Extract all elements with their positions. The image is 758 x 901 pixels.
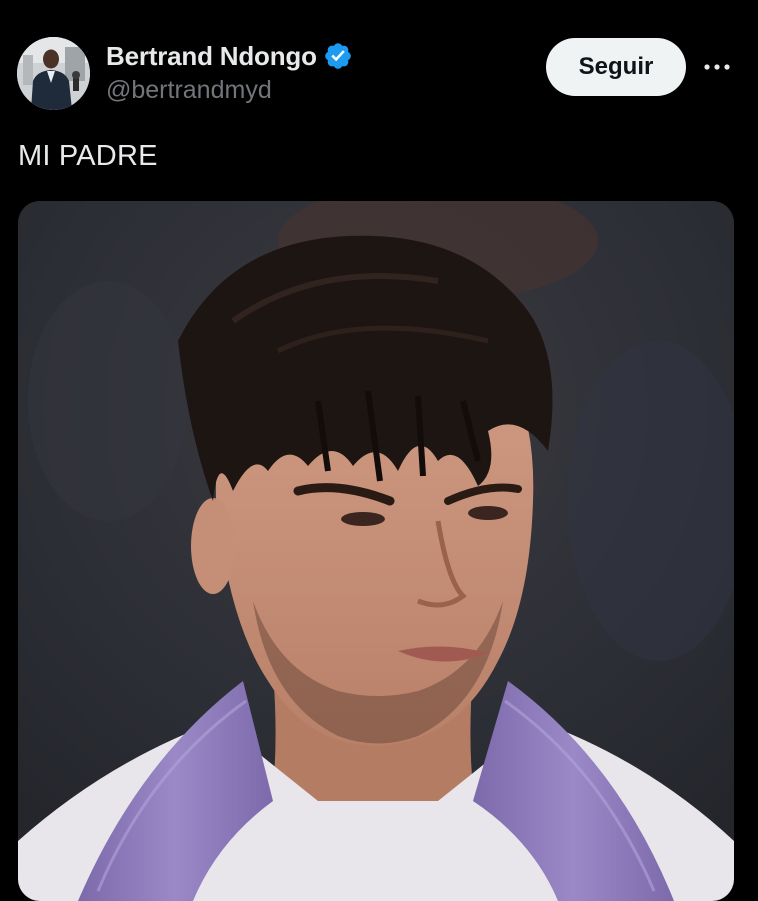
author-avatar[interactable]	[17, 37, 90, 110]
author-info: Bertrand Ndongo @bertrandmyd	[106, 38, 353, 105]
player-portrait-image	[18, 201, 734, 901]
more-options-icon[interactable]	[700, 50, 734, 84]
author-handle[interactable]: @bertrandmyd	[106, 76, 353, 105]
verified-badge-icon[interactable]	[323, 41, 353, 71]
display-name-row: Bertrand Ndongo	[106, 38, 353, 74]
author-display-name[interactable]: Bertrand Ndongo	[106, 41, 317, 72]
post-text: MI PADRE	[18, 140, 158, 172]
post-photo[interactable]	[18, 201, 734, 901]
avatar-image	[17, 37, 90, 110]
follow-button[interactable]: Seguir	[546, 38, 686, 96]
post-card: Bertrand Ndongo @bertrandmyd Seguir MI P…	[0, 0, 758, 901]
